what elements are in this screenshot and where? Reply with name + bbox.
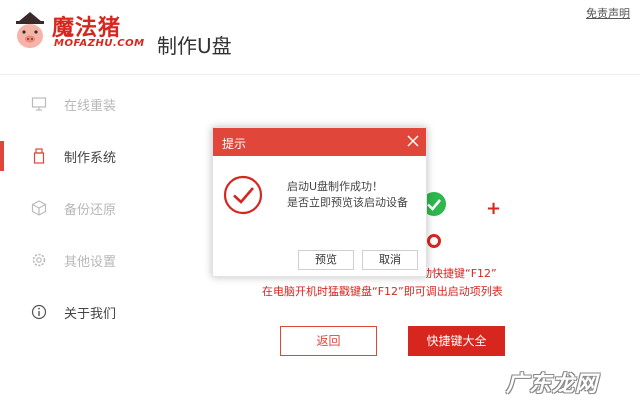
usb-icon — [33, 148, 45, 164]
logo-subtext: MOFAZHU.COM — [54, 38, 145, 49]
sidebar-item-backup-restore[interactable]: 备份还原 — [0, 181, 152, 233]
back-button[interactable]: 返回 — [280, 326, 377, 356]
active-indicator — [0, 141, 4, 171]
shortcut-hint: 动快捷键“F12” — [421, 267, 497, 280]
logo: 魔法猪 MOFAZHU.COM — [12, 10, 145, 54]
sidebar: 在线重装 制作系统 备份还原 其他设置 关于我们 — [0, 75, 152, 406]
sidebar-item-label: 制作系统 — [64, 151, 117, 166]
dialog-message: 启动U盘制作成功！ — [287, 180, 384, 193]
disclaimer-link[interactable]: 免责声明 — [586, 5, 630, 21]
sidebar-item-about-us[interactable]: 关于我们 — [0, 285, 152, 337]
sidebar-item-label: 在线重装 — [64, 99, 117, 114]
page-title: 制作U盘 — [157, 34, 232, 58]
sidebar-item-make-system[interactable]: 制作系统 — [0, 129, 152, 181]
prompt-dialog: 提示 启动U盘制作成功！ 是否立即预览该启动设备 预览 取消 — [212, 127, 427, 277]
sidebar-item-label: 关于我们 — [64, 307, 117, 322]
boot-menu-hint: 在电脑开机时猛戳键盘“F12”即可调出启动项列表 — [262, 285, 503, 298]
header: 魔法猪 MOFAZHU.COM 制作U盘 免责声明 — [0, 0, 640, 74]
shortcut-keys-button[interactable]: 快捷键大全 — [408, 326, 505, 356]
cube-icon — [31, 200, 47, 216]
sidebar-item-label: 备份还原 — [64, 203, 117, 218]
dialog-title: 提示 — [222, 137, 247, 151]
ring-icon — [427, 234, 441, 248]
dialog-header: 提示 — [213, 128, 426, 156]
gear-icon — [32, 253, 46, 267]
pig-mascot-icon — [16, 12, 44, 48]
preview-button[interactable]: 预览 — [298, 250, 354, 270]
watermark: 广东龙网 — [506, 372, 599, 397]
info-icon — [31, 304, 47, 320]
sidebar-item-other-settings[interactable]: 其他设置 — [0, 233, 152, 285]
sidebar-item-label: 其他设置 — [64, 255, 117, 270]
monitor-icon — [31, 97, 47, 111]
dialog-question: 是否立即预览该启动设备 — [287, 196, 408, 209]
sidebar-item-online-reinstall[interactable]: 在线重装 — [0, 77, 152, 129]
close-icon[interactable] — [406, 134, 420, 148]
cancel-button[interactable]: 取消 — [362, 250, 418, 270]
success-check-icon — [223, 175, 263, 215]
plus-icon: + — [486, 198, 502, 219]
